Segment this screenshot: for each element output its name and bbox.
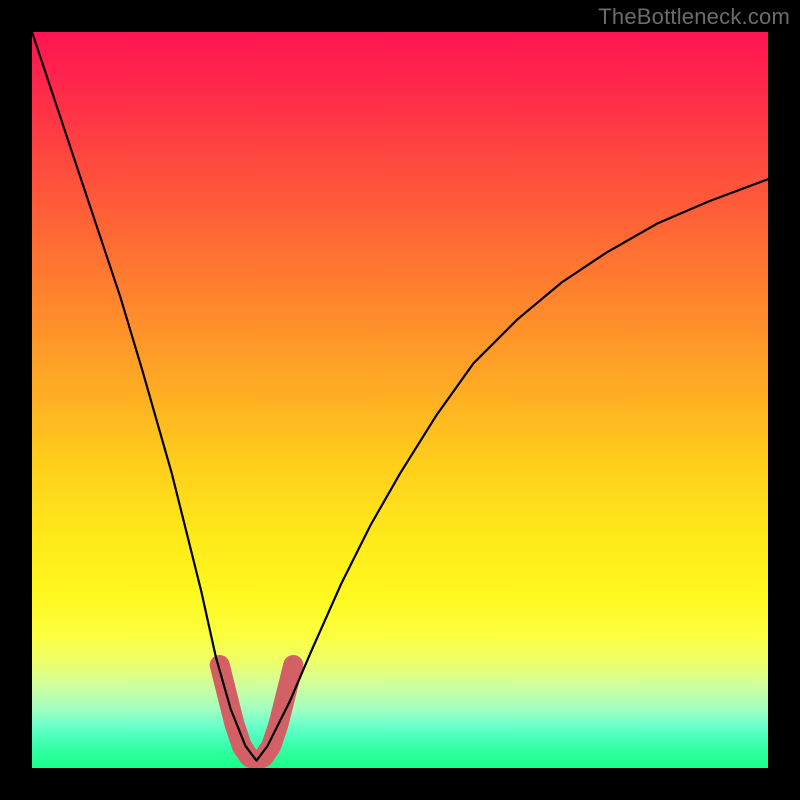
curve-layer (32, 32, 768, 768)
watermark-text: TheBottleneck.com (598, 4, 790, 30)
plot-area (32, 32, 768, 768)
outer-black-frame: TheBottleneck.com (0, 0, 800, 800)
bottleneck-curve (32, 32, 768, 761)
valley-marker (220, 665, 294, 761)
